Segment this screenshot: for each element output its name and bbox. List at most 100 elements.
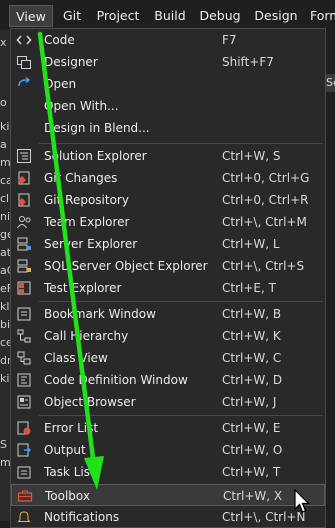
designer-icon — [16, 54, 32, 70]
background-solution-panel: x o ki a m ca cl ni ge ate aG eFi kl bi … — [0, 30, 10, 521]
menu-item-shortcut: Ctrl+W, L — [222, 237, 280, 251]
menu-item-shortcut: Ctrl+W, K — [222, 329, 281, 343]
menu-item-label: Class View — [44, 351, 108, 365]
menu-view[interactable]: View — [9, 5, 53, 27]
menu-item-server-explorer[interactable]: Server Explorer Ctrl+W, L — [11, 233, 325, 255]
bg-fragment: m — [0, 156, 10, 169]
menu-item-label: Open — [44, 77, 77, 91]
menu-item-output[interactable]: Output Ctrl+W, O — [11, 439, 325, 461]
error-list-icon — [16, 420, 32, 436]
git-changes-icon — [16, 170, 32, 186]
menu-separator — [39, 415, 323, 416]
menu-item-label: Bookmark Window — [44, 307, 156, 321]
bg-fragment: m — [0, 456, 10, 469]
menu-item-design-in-blend[interactable]: Design in Blend... — [11, 117, 325, 139]
menu-item-label: Output — [44, 443, 86, 457]
menu-item-label: Git Repository — [44, 193, 129, 207]
view-menu-dropdown: Code F7 Designer Shift+F7 Open Open With… — [10, 28, 326, 528]
bg-fragment: ni — [0, 210, 10, 223]
menu-item-shortcut: Ctrl+0, Ctrl+R — [222, 193, 309, 207]
sql-server-icon — [16, 258, 32, 274]
menu-item-toolbox[interactable]: Toolbox Ctrl+W, X — [11, 484, 325, 506]
menu-item-shortcut: Ctrl+W, X — [223, 489, 283, 503]
menu-item-label: Open With... — [44, 99, 119, 113]
menu-item-label: Task List — [44, 465, 95, 479]
menu-item-object-browser[interactable]: Object Browser Ctrl+W, J — [11, 391, 325, 413]
bg-fragment: ge — [0, 228, 10, 241]
menu-item-class-view[interactable]: Class View Ctrl+W, C — [11, 347, 325, 369]
menu-item-bookmark-window[interactable]: Bookmark Window Ctrl+W, B — [11, 303, 325, 325]
open-arrow-icon — [16, 76, 32, 92]
menu-item-shortcut: Ctrl+W, C — [222, 351, 282, 365]
menu-item-shortcut: Ctrl+W, O — [222, 443, 283, 457]
menu-item-git-changes[interactable]: Git Changes Ctrl+0, Ctrl+G — [11, 167, 325, 189]
menu-item-code[interactable]: Code F7 — [11, 29, 325, 51]
menu-item-task-list[interactable]: Task List Ctrl+W, T — [11, 461, 325, 483]
menu-item-designer[interactable]: Designer Shift+F7 — [11, 51, 325, 73]
menu-item-label: Design in Blend... — [44, 121, 150, 135]
menu-item-open[interactable]: Open — [11, 73, 325, 95]
menu-item-shortcut: Ctrl+0, Ctrl+G — [222, 171, 310, 185]
menu-item-team-explorer[interactable]: Team Explorer Ctrl+\, Ctrl+M — [11, 211, 325, 233]
menu-item-open-with[interactable]: Open With... — [11, 95, 325, 117]
menu-item-call-hierarchy[interactable]: Call Hierarchy Ctrl+W, K — [11, 325, 325, 347]
bg-fragment: ca — [0, 174, 10, 187]
menu-design[interactable]: Design — [254, 5, 298, 27]
bg-fragment: a — [0, 138, 7, 151]
menu-item-shortcut: Ctrl+W, D — [222, 373, 283, 387]
menu-bar: View Git Project Build Debug Design Form — [0, 0, 335, 30]
menu-build[interactable]: Build — [151, 5, 189, 27]
class-view-icon — [16, 350, 32, 366]
menu-item-shortcut: Ctrl+W, E — [222, 421, 281, 435]
team-explorer-icon — [16, 214, 32, 230]
menu-item-git-repository[interactable]: Git Repository Ctrl+0, Ctrl+R — [11, 189, 325, 211]
notifications-icon — [16, 509, 32, 525]
menu-item-label: Code Definition Window — [44, 373, 188, 387]
bg-fragment: x — [0, 36, 7, 49]
menu-debug[interactable]: Debug — [199, 5, 241, 27]
menu-item-label: Test Explorer — [44, 281, 122, 295]
properties-tab[interactable]: Se — [326, 74, 335, 92]
code-icon — [16, 32, 32, 48]
menu-git[interactable]: Git — [57, 5, 87, 27]
menu-separator — [39, 143, 323, 144]
bg-fragment: o — [0, 96, 7, 109]
bg-fragment: ate — [0, 246, 10, 259]
menu-item-label: Git Changes — [44, 171, 118, 185]
menu-item-test-explorer[interactable]: Test Explorer Ctrl+E, T — [11, 277, 325, 299]
menu-item-shortcut: F7 — [222, 33, 237, 47]
menu-item-shortcut: Ctrl+W, T — [222, 465, 281, 479]
menu-item-shortcut: Ctrl+E, T — [222, 281, 276, 295]
menu-item-label: Notifications — [44, 510, 120, 524]
menu-item-code-definition-window[interactable]: Code Definition Window Ctrl+W, D — [11, 369, 325, 391]
menu-item-label: Designer — [44, 55, 98, 69]
menu-item-error-list[interactable]: Error List Ctrl+W, E — [11, 417, 325, 439]
test-explorer-icon — [16, 280, 32, 296]
bookmark-icon — [16, 306, 32, 322]
bg-fragment: aG — [0, 264, 10, 277]
menu-item-label: Object Browser — [44, 395, 136, 409]
bg-fragment: ki — [0, 120, 10, 133]
menu-project[interactable]: Project — [93, 5, 143, 27]
bg-fragment: dn — [0, 354, 10, 367]
menu-item-solution-explorer[interactable]: Solution Explorer Ctrl+W, S — [11, 145, 325, 167]
menu-item-label: Server Explorer — [44, 237, 138, 251]
menu-item-shortcut: Ctrl+W, B — [222, 307, 282, 321]
bg-fragment: kl — [0, 300, 10, 313]
menu-item-notifications[interactable]: Notifications Ctrl+\, Ctrl+N — [11, 506, 325, 528]
menu-separator — [39, 301, 323, 302]
git-repository-icon — [16, 192, 32, 208]
object-browser-icon — [16, 394, 32, 410]
bg-fragment: S — [0, 438, 7, 451]
code-definition-icon — [16, 372, 32, 388]
menu-format[interactable]: Form — [310, 5, 335, 27]
menu-item-shortcut: Ctrl+W, S — [222, 149, 281, 163]
menu-item-sql-server-object-explorer[interactable]: SQL Server Object Explorer Ctrl+\, Ctrl+… — [11, 255, 325, 277]
toolbox-icon — [17, 488, 33, 504]
server-explorer-icon — [16, 236, 32, 252]
bg-fragment: bi — [0, 318, 10, 331]
solution-explorer-icon — [16, 148, 32, 164]
menu-item-label: Solution Explorer — [44, 149, 147, 163]
menu-item-label: Call Hierarchy — [44, 329, 129, 343]
menu-item-label: Toolbox — [45, 489, 90, 503]
